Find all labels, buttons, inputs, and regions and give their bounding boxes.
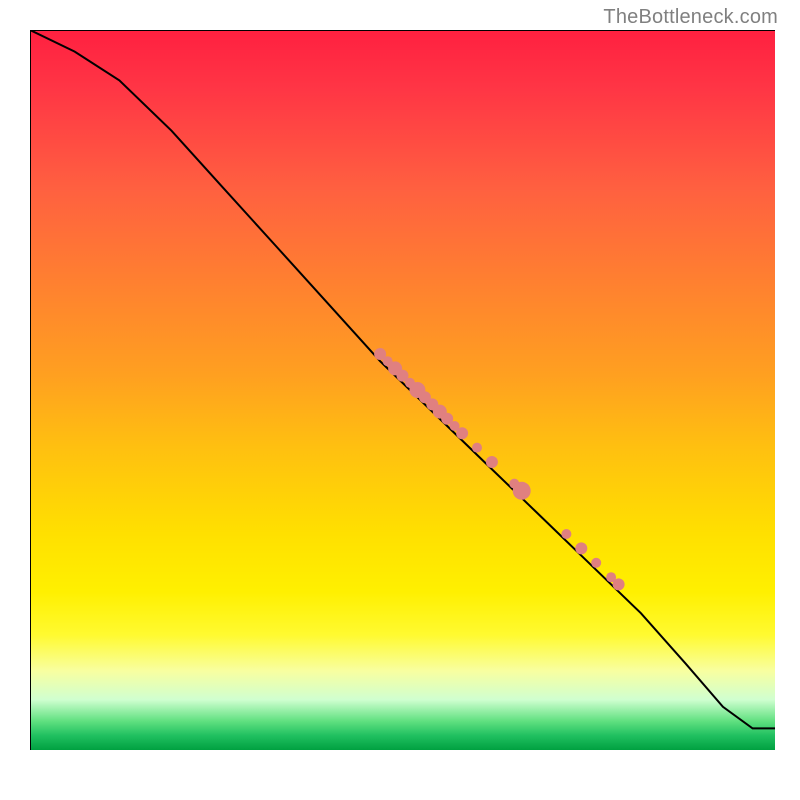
- attribution-text: TheBottleneck.com: [603, 6, 778, 29]
- data-point: [591, 558, 601, 568]
- data-point: [613, 578, 625, 590]
- chart-container: TheBottleneck.com: [0, 0, 800, 800]
- data-point: [486, 456, 498, 468]
- scatter-dots: [374, 348, 624, 590]
- data-point: [472, 443, 482, 453]
- data-point: [575, 542, 587, 554]
- plot-svg: [30, 30, 775, 750]
- data-point: [513, 482, 531, 500]
- data-point: [456, 427, 468, 439]
- data-point: [561, 529, 571, 539]
